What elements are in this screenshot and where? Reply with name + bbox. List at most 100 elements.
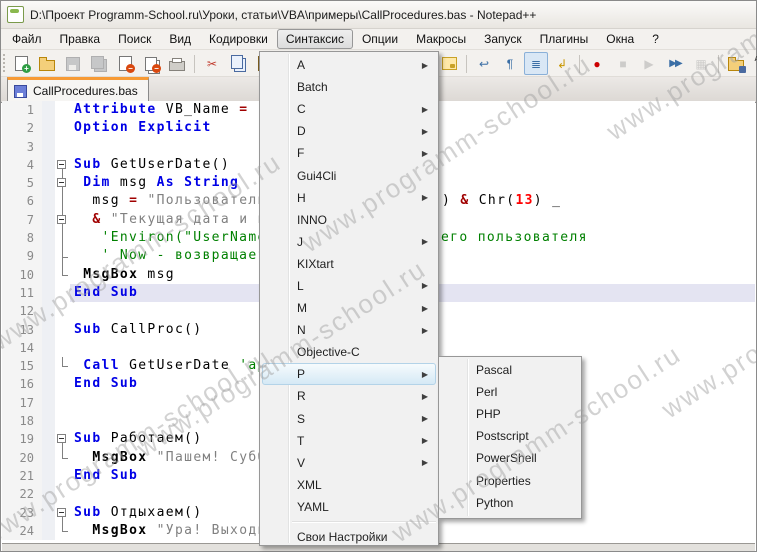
- bookmark-margin[interactable]: [42, 357, 55, 376]
- syntax-menu-item-n[interactable]: N ▶: [262, 319, 436, 341]
- submenu-item-php[interactable]: PHP: [441, 403, 579, 425]
- menubar-item-?[interactable]: ?: [643, 29, 668, 49]
- fold-collapse-icon[interactable]: [57, 160, 66, 170]
- bookmark-margin[interactable]: [42, 375, 55, 394]
- play-macro-icon[interactable]: ▶: [637, 52, 661, 75]
- fold-collapse-icon[interactable]: [57, 507, 66, 517]
- fold-margin[interactable]: [55, 247, 70, 266]
- fold-margin[interactable]: [55, 119, 70, 138]
- bookmark-margin[interactable]: [42, 393, 55, 413]
- copy-icon[interactable]: [226, 52, 250, 75]
- syntax-menu-item-l[interactable]: L ▶: [262, 275, 436, 297]
- fold-margin[interactable]: [55, 393, 70, 413]
- bookmark-margin[interactable]: [42, 283, 55, 303]
- bookmark-margin[interactable]: [42, 155, 55, 175]
- fold-margin[interactable]: [55, 174, 70, 193]
- new-file-icon[interactable]: +: [9, 52, 33, 75]
- syntax-menu-item-gui4cli[interactable]: Gui4Cli: [262, 164, 436, 186]
- bookmark-margin[interactable]: [42, 412, 55, 431]
- fold-margin[interactable]: [55, 466, 70, 486]
- bookmark-margin[interactable]: [42, 503, 55, 522]
- open-file-icon[interactable]: [35, 52, 59, 75]
- fold-margin[interactable]: [55, 155, 70, 175]
- syntax-menu-item-j[interactable]: J ▶: [262, 231, 436, 253]
- fold-margin[interactable]: [55, 320, 70, 339]
- fold-margin[interactable]: [55, 448, 70, 467]
- fold-margin[interactable]: [55, 101, 70, 120]
- menubar-item-вид[interactable]: Вид: [160, 29, 200, 49]
- syntax-menu-item-inno[interactable]: INNO: [262, 209, 436, 231]
- wrap-symbol-icon[interactable]: ↲: [550, 52, 574, 75]
- fullscreen-icon[interactable]: [437, 52, 461, 75]
- fold-margin[interactable]: [55, 521, 70, 541]
- submenu-item-perl[interactable]: Perl: [441, 381, 579, 403]
- indent-guide-icon[interactable]: ≣: [524, 52, 548, 75]
- bookmark-margin[interactable]: [42, 430, 55, 449]
- fold-margin[interactable]: [55, 485, 70, 504]
- bookmark-margin[interactable]: [42, 466, 55, 486]
- fold-collapse-icon[interactable]: [57, 214, 66, 224]
- syntax-menu-item-m[interactable]: M ▶: [262, 297, 436, 319]
- fold-margin[interactable]: [55, 503, 70, 522]
- plugin-folder-icon[interactable]: [724, 52, 748, 75]
- submenu-item-postscript[interactable]: Postscript: [441, 425, 579, 447]
- fold-margin[interactable]: [55, 302, 70, 321]
- fold-margin[interactable]: [55, 357, 70, 376]
- menubar-item-правка[interactable]: Правка: [51, 29, 110, 49]
- syntax-menu-item-s[interactable]: S ▶: [262, 408, 436, 430]
- menubar-item-синтаксис[interactable]: Синтаксис: [276, 29, 353, 49]
- fold-margin[interactable]: [55, 283, 70, 303]
- stop-macro-icon[interactable]: ■: [611, 52, 635, 75]
- bookmark-margin[interactable]: [42, 101, 55, 120]
- menubar-item-файл[interactable]: Файл: [3, 29, 51, 49]
- syntax-menu-item-c[interactable]: C ▶: [262, 98, 436, 120]
- run-macro-multiple-icon[interactable]: ▶▶: [663, 52, 687, 75]
- spell-check-icon[interactable]: ABC✔: [750, 52, 757, 75]
- submenu-item-powershell[interactable]: PowerShell: [441, 447, 579, 469]
- syntax-menu-item-d[interactable]: D ▶: [262, 120, 436, 142]
- fold-margin[interactable]: [55, 192, 70, 211]
- cut-icon[interactable]: ✂: [200, 52, 224, 75]
- syntax-menu-item-t[interactable]: T ▶: [262, 430, 436, 452]
- bookmark-margin[interactable]: [42, 338, 55, 358]
- show-all-characters-icon[interactable]: ¶: [498, 52, 522, 75]
- tab-callprocedures[interactable]: CallProcedures.bas: [7, 77, 149, 102]
- close-all-icon[interactable]: −: [139, 52, 163, 75]
- bookmark-margin[interactable]: [42, 229, 55, 248]
- menubar-item-поиск[interactable]: Поиск: [109, 29, 160, 49]
- bookmark-margin[interactable]: [42, 265, 55, 284]
- save-all-icon[interactable]: [87, 52, 111, 75]
- fold-margin[interactable]: [55, 137, 70, 156]
- submenu-item-pascal[interactable]: Pascal: [441, 359, 579, 381]
- bookmark-margin[interactable]: [42, 192, 55, 211]
- syntax-menu-item-h[interactable]: H ▶: [262, 187, 436, 209]
- syntax-menu-item-f[interactable]: F ▶: [262, 142, 436, 164]
- bookmark-margin[interactable]: [42, 137, 55, 156]
- bookmark-margin[interactable]: [42, 247, 55, 266]
- word-wrap-icon[interactable]: ↩: [472, 52, 496, 75]
- menubar-item-макросы[interactable]: Макросы: [407, 29, 475, 49]
- syntax-menu-item-v[interactable]: V ▶: [262, 452, 436, 474]
- bookmark-margin[interactable]: [42, 302, 55, 321]
- menubar-item-окна[interactable]: Окна: [597, 29, 643, 49]
- save-file-icon[interactable]: [61, 52, 85, 75]
- fold-collapse-icon[interactable]: [57, 178, 66, 188]
- submenu-item-python[interactable]: Python: [441, 492, 579, 514]
- syntax-menu-item-kixtart[interactable]: KIXtart: [262, 253, 436, 275]
- syntax-menu-item-a[interactable]: A ▶: [262, 54, 436, 76]
- bookmark-margin[interactable]: [42, 485, 55, 504]
- bookmark-margin[interactable]: [42, 119, 55, 138]
- syntax-menu-item-user-defined[interactable]: Свои Настройки: [262, 526, 436, 548]
- menubar-item-запуск[interactable]: Запуск: [475, 29, 531, 49]
- syntax-menu-item-objective-c[interactable]: Objective-C: [262, 341, 436, 363]
- save-macro-icon[interactable]: ▦: [689, 52, 713, 75]
- menubar-item-кодировки[interactable]: Кодировки: [200, 29, 277, 49]
- syntax-menu-item-batch[interactable]: Batch: [262, 76, 436, 98]
- fold-margin[interactable]: [55, 412, 70, 431]
- print-icon[interactable]: [165, 52, 189, 75]
- close-file-icon[interactable]: −: [113, 52, 137, 75]
- fold-margin[interactable]: [55, 210, 70, 230]
- bookmark-margin[interactable]: [42, 174, 55, 193]
- bookmark-margin[interactable]: [42, 210, 55, 230]
- submenu-item-properties[interactable]: Properties: [441, 469, 579, 491]
